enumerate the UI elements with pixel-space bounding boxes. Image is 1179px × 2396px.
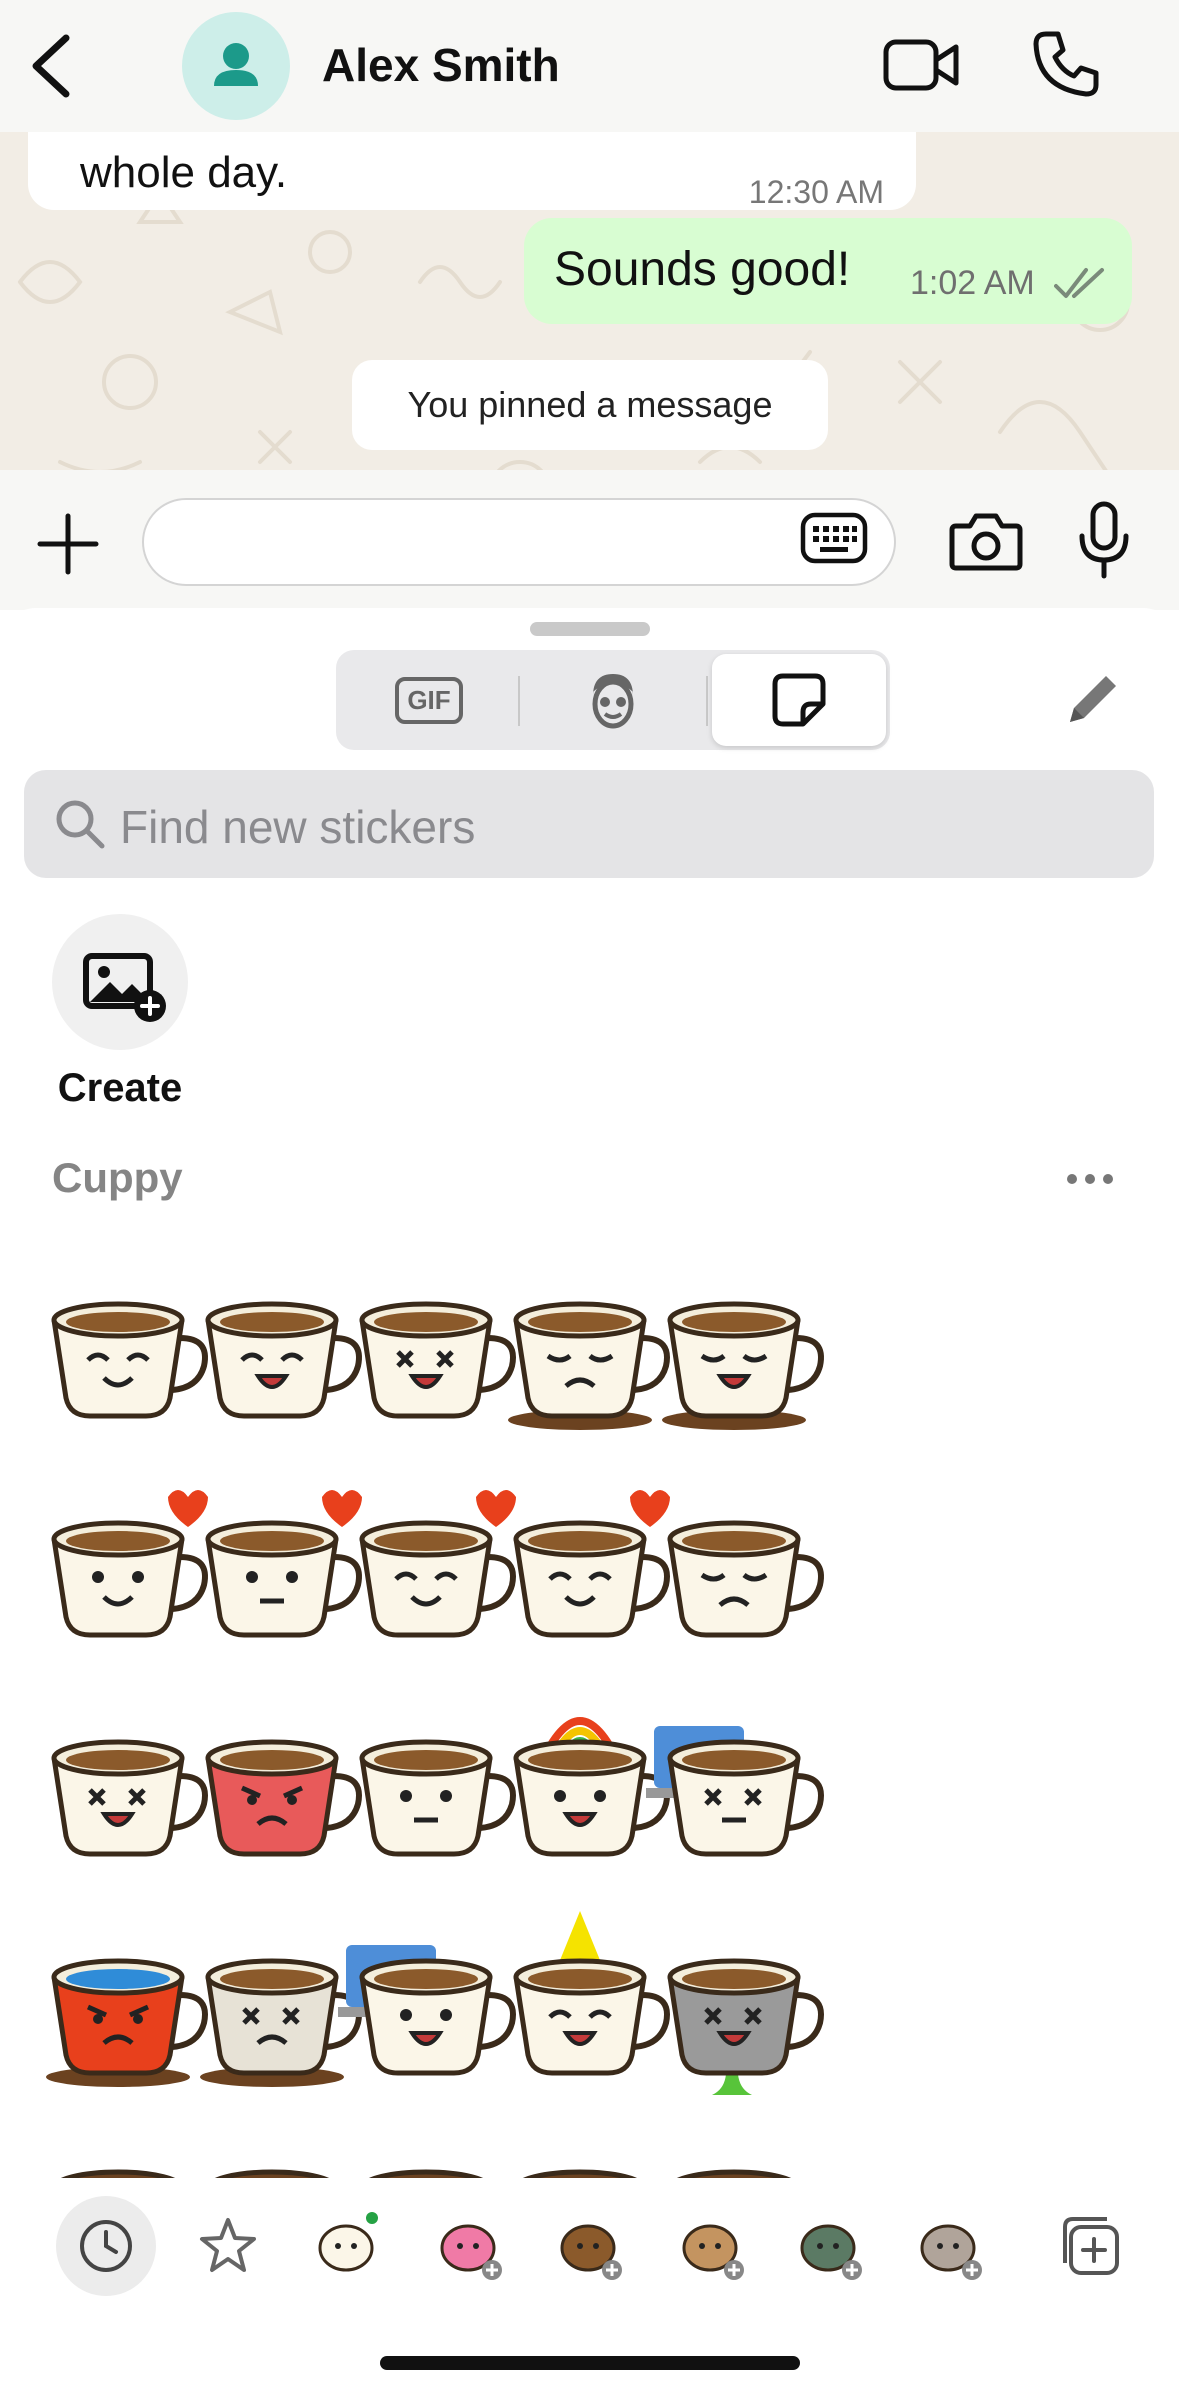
create-label: Create: [57, 1066, 183, 1110]
chat-header: Alex Smith: [0, 0, 1179, 132]
incoming-message-text: whole day.: [80, 148, 288, 197]
tab-divider: [706, 676, 708, 726]
home-indicator: [380, 2356, 800, 2370]
dino-pack-icon[interactable]: [780, 2196, 880, 2296]
avatar[interactable]: [182, 12, 290, 120]
image-add-icon: [83, 953, 166, 1022]
sticker-sheet: GIF Find new stickers Create Cuppy: [0, 608, 1179, 2396]
keyboard-toggle-button[interactable]: [800, 510, 868, 566]
plus-icon: [37, 513, 99, 575]
attach-button[interactable]: [36, 512, 100, 576]
sticker-partially-visible[interactable]: [634, 2128, 834, 2178]
message-composer: [0, 470, 1179, 610]
cuppy-pack-icon[interactable]: [298, 2196, 398, 2296]
pinned-system-message: You pinned a message: [352, 360, 828, 450]
coffee-cup-steaming-frown-sticker[interactable]: [634, 1467, 834, 1667]
tab-gif[interactable]: GIF: [340, 654, 518, 746]
video-call-button[interactable]: [882, 30, 962, 100]
gif-icon: GIF: [395, 676, 463, 724]
microphone-button[interactable]: [1076, 500, 1132, 580]
keyboard-icon: [800, 512, 868, 564]
tab-avatar[interactable]: [524, 654, 702, 746]
incoming-message-time: 12:30 AM: [748, 174, 884, 210]
search-icon: [56, 800, 105, 849]
ellipsis-icon: [1067, 1174, 1113, 1184]
message-input[interactable]: [142, 498, 896, 586]
back-button[interactable]: [22, 28, 82, 104]
sticker-icon: [772, 673, 826, 727]
coffee-cup-melted-crying-sticker[interactable]: [634, 1248, 834, 1448]
person-icon: [214, 43, 258, 86]
pink-creature-pack-icon[interactable]: [420, 2196, 520, 2296]
video-camera-icon: [883, 39, 959, 91]
pencil-icon: [1070, 676, 1116, 722]
sheet-grabber[interactable]: [530, 622, 650, 636]
chevron-left-icon: [32, 34, 70, 98]
camera-icon: [949, 513, 1023, 571]
contact-name[interactable]: Alex Smith: [322, 38, 560, 92]
sticker-pack-tray: [0, 2178, 1179, 2318]
outgoing-message-time: 1:02 AM: [910, 264, 1035, 302]
read-receipt-icon: [1054, 268, 1104, 298]
pack-more-button[interactable]: [1060, 1164, 1120, 1194]
microphone-icon: [1079, 501, 1129, 579]
camera-button[interactable]: [948, 508, 1024, 574]
avatar-face-icon: [592, 674, 634, 729]
sticker-search-field[interactable]: Find new stickers: [24, 770, 1154, 878]
create-sticker-button[interactable]: [52, 914, 188, 1050]
green-cup-sick-sticker[interactable]: [634, 1905, 834, 2105]
tab-stickers[interactable]: [712, 654, 886, 746]
incoming-message-bubble[interactable]: whole day. 12:30 AM: [28, 132, 916, 210]
edit-stickers-button[interactable]: [1060, 668, 1124, 732]
phone-icon: [1033, 31, 1099, 97]
sticker-grid: [0, 1248, 1179, 2178]
add-pack-icon[interactable]: [1040, 2196, 1140, 2296]
bear-pack-icon[interactable]: [540, 2196, 640, 2296]
favorites-star-icon[interactable]: [178, 2196, 278, 2296]
outgoing-message-bubble[interactable]: Sounds good! 1:02 AM: [524, 218, 1132, 324]
coffee-cup-laptop-dizzy-sticker[interactable]: [634, 1686, 834, 1886]
pack-title: Cuppy: [52, 1154, 183, 1201]
voice-call-button[interactable]: [1030, 28, 1102, 100]
cat-pack-icon[interactable]: [900, 2196, 1000, 2296]
tab-divider: [518, 676, 520, 726]
recent-icon[interactable]: [56, 2196, 156, 2296]
hamster-pack-icon[interactable]: [662, 2196, 762, 2296]
media-type-tabs: GIF: [336, 650, 890, 750]
outgoing-message-text: Sounds good!: [554, 243, 851, 296]
search-placeholder: Find new stickers: [120, 801, 476, 853]
